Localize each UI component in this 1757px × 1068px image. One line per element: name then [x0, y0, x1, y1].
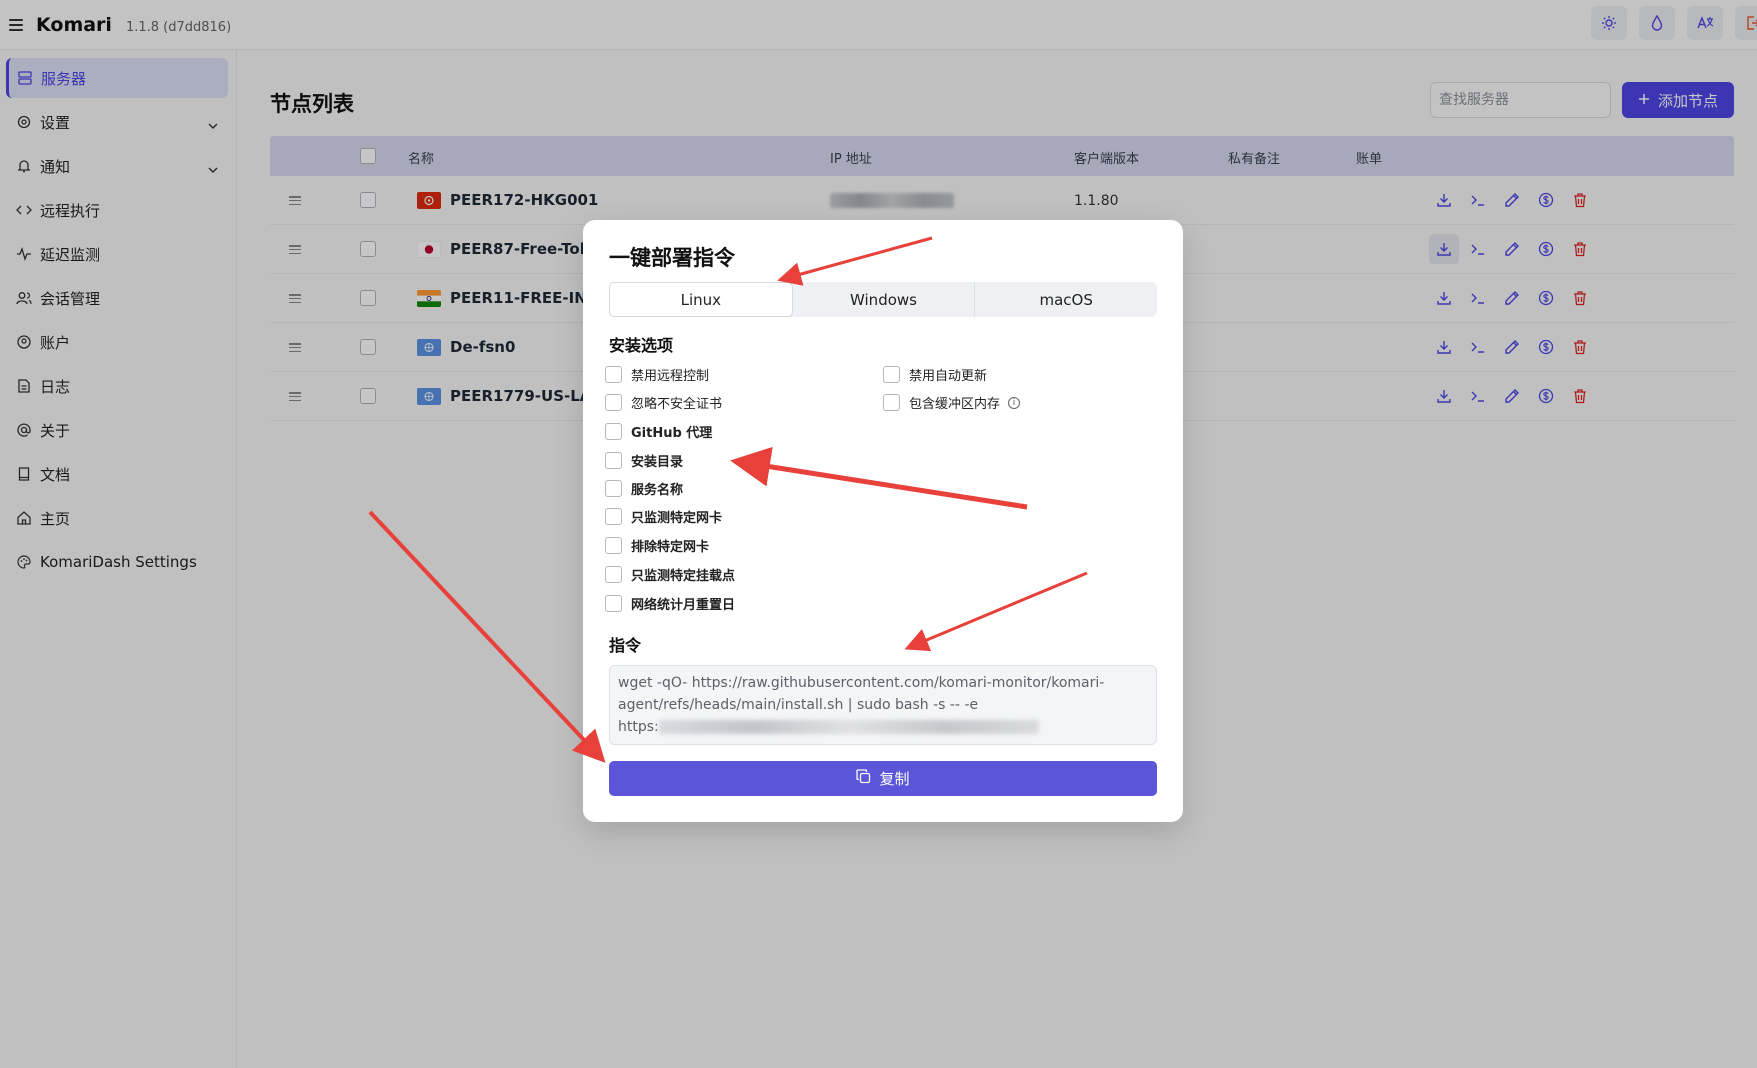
command-textarea[interactable]: wget -qO- https://raw.githubusercontent.…	[609, 665, 1157, 745]
option-label: 包含缓冲区内存	[909, 397, 1001, 412]
copy-icon	[856, 769, 871, 788]
option-label: 服务名称	[631, 483, 684, 498]
option-label: 安装目录	[631, 455, 684, 470]
option-ignore-insecure-cert[interactable]: 忽略不安全证书	[605, 393, 722, 412]
option-include-nic[interactable]: 只监测特定网卡	[605, 507, 722, 526]
option-label: 网络统计月重置日	[631, 598, 736, 613]
option-label: 禁用远程控制	[631, 369, 710, 384]
option-disable-remote-control[interactable]: 禁用远程控制	[605, 365, 709, 384]
option-disable-auto-update[interactable]: 禁用自动更新	[883, 365, 987, 384]
option-include-mountpoint[interactable]: 只监测特定挂载点	[605, 565, 735, 584]
checkbox[interactable]	[605, 537, 622, 554]
option-label: 禁用自动更新	[909, 369, 988, 384]
checkbox[interactable]	[883, 366, 900, 383]
install-options-label: 安装选项	[609, 336, 674, 355]
checkbox[interactable]	[605, 394, 622, 411]
checkbox[interactable]	[605, 595, 622, 612]
command-blurred-token	[658, 720, 1039, 734]
deploy-command-dialog: 一键部署指令 Linux Windows macOS 安装选项 禁用远程控制 忽…	[583, 220, 1183, 822]
option-label: 排除特定网卡	[631, 540, 710, 555]
checkbox[interactable]	[605, 566, 622, 583]
option-month-rotate[interactable]: 网络统计月重置日	[605, 594, 735, 613]
checkbox[interactable]	[605, 423, 622, 440]
option-include-buffer-memory[interactable]: 包含缓冲区内存 i	[883, 393, 1021, 412]
checkbox[interactable]	[605, 366, 622, 383]
option-exclude-nic[interactable]: 排除特定网卡	[605, 536, 709, 555]
checkbox[interactable]	[605, 508, 622, 525]
checkbox[interactable]	[883, 394, 900, 411]
option-service-name[interactable]: 服务名称	[605, 479, 683, 498]
option-label: 只监测特定挂载点	[631, 569, 736, 584]
tab-linux[interactable]: Linux	[609, 282, 793, 317]
option-github-proxy[interactable]: GitHub 代理	[605, 422, 712, 441]
command-line: wget -qO- https://raw.githubusercontent.…	[618, 675, 1105, 691]
option-label: 忽略不安全证书	[631, 397, 723, 412]
command-line: https:	[618, 719, 659, 735]
checkbox[interactable]	[605, 480, 622, 497]
os-tabs: Linux Windows macOS	[609, 282, 1157, 317]
option-install-dir[interactable]: 安装目录	[605, 451, 683, 470]
command-line: agent/refs/heads/main/install.sh | sudo …	[618, 697, 979, 713]
copy-button[interactable]: 复制	[609, 761, 1157, 796]
info-icon[interactable]: i	[1008, 396, 1021, 409]
option-label: GitHub 代理	[631, 426, 713, 441]
tab-windows[interactable]: Windows	[793, 282, 976, 317]
dialog-title: 一键部署指令	[609, 246, 735, 270]
copy-label: 复制	[879, 770, 910, 788]
checkbox[interactable]	[605, 452, 622, 469]
tab-macos[interactable]: macOS	[975, 282, 1157, 317]
command-label: 指令	[609, 636, 642, 655]
option-label: 只监测特定网卡	[631, 511, 723, 526]
